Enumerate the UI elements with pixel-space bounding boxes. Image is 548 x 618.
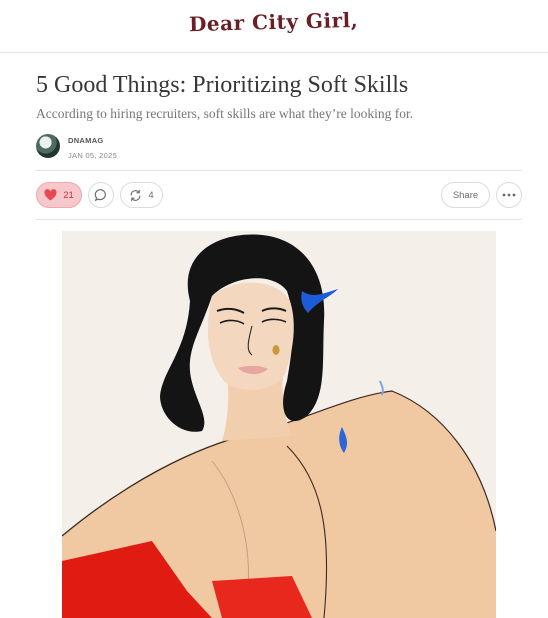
byline: DNAMAG JAN 05, 2025: [68, 136, 117, 160]
like-count: 21: [63, 189, 74, 201]
article-subtitle: According to hiring recruiters, soft ski…: [36, 106, 414, 121]
restack-button[interactable]: 4: [120, 182, 163, 208]
share-button[interactable]: Share: [441, 182, 490, 208]
comment-button[interactable]: [88, 182, 114, 208]
site-logo[interactable]: Dear City Girl,: [189, 8, 359, 36]
article-hero-image[interactable]: [62, 231, 496, 618]
more-dots-icon: [502, 193, 516, 197]
comment-bubble-icon: [94, 188, 108, 202]
share-label: Share: [452, 189, 479, 201]
divider-top: [36, 170, 522, 171]
divider-bottom: [36, 219, 522, 220]
author-name[interactable]: DNAMAG: [68, 136, 117, 145]
illustration-woman-portrait: [62, 231, 496, 618]
author-avatar[interactable]: [36, 134, 60, 158]
publish-date: JAN 05, 2025: [68, 151, 118, 160]
article-title: 5 Good Things: Prioritizing Soft Skills: [36, 72, 409, 98]
more-options-button[interactable]: [496, 182, 522, 208]
restack-count: 4: [148, 189, 154, 201]
like-button[interactable]: 21: [36, 182, 82, 208]
restack-icon: [129, 189, 142, 202]
heart-icon: [44, 189, 57, 201]
top-bar: Dear City Girl,: [0, 0, 548, 53]
